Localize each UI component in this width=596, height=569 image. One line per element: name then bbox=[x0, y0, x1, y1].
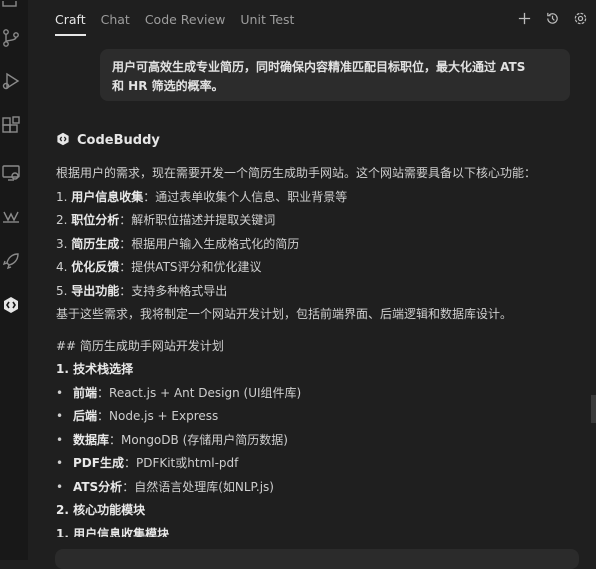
assistant-name: CodeBuddy bbox=[77, 133, 160, 148]
section-subheading: 1. 用户信息收集模块 bbox=[56, 526, 170, 537]
stack-item: PDF生成：PDFKit或html-pdf bbox=[56, 452, 584, 476]
plan-note: 基于这些需求，我将制定一个网站开发计划，包括前端界面、后端逻辑和数据库设计。 bbox=[56, 307, 513, 321]
new-chat-icon[interactable] bbox=[516, 10, 532, 26]
tab-chat[interactable]: Chat bbox=[101, 10, 130, 36]
plan-title: ## 简历生成助手网站开发计划 bbox=[56, 338, 224, 353]
tab-unit-test[interactable]: Unit Test bbox=[240, 10, 294, 36]
user-message: 用户可高效生成专业简历，同时确保内容精准匹配目标职位，最大化通过 ATS 和 H… bbox=[100, 49, 570, 101]
chat-input[interactable] bbox=[55, 549, 579, 569]
activity-bar bbox=[0, 0, 28, 560]
stack-item: 数据库：MongoDB (存储用户简历数据) bbox=[56, 429, 584, 453]
tab-bar: Craft Chat Code Review Unit Test bbox=[55, 10, 309, 36]
extensions-icon[interactable] bbox=[0, 115, 22, 137]
stack-item: ATS分析：自然语言处理库(如NLP.js) bbox=[56, 476, 584, 500]
history-icon[interactable] bbox=[544, 10, 560, 26]
feature-item: 1. 用户信息收集：通过表单收集个人信息、职业背景等 bbox=[56, 189, 348, 204]
stack-item: 后端：Node.js + Express bbox=[56, 405, 584, 429]
scrollbar[interactable] bbox=[591, 395, 596, 423]
explorer-icon[interactable] bbox=[0, 0, 22, 22]
intro-text: 根据用户的需求，现在需要开发一个简历生成助手网站。这个网站需要具备以下核心功能： bbox=[56, 166, 537, 180]
user-message-line-1: 用户可高效生成专业简历，同时确保内容精准匹配目标职位，最大化通过 ATS bbox=[112, 60, 526, 74]
feature-item: 2. 职位分析：解析职位描述并提取关键词 bbox=[56, 213, 276, 227]
run-debug-icon[interactable] bbox=[0, 70, 22, 92]
header-actions bbox=[516, 10, 588, 26]
tab-code-review[interactable]: Code Review bbox=[145, 10, 226, 36]
codebuddy-logo-icon bbox=[56, 131, 70, 150]
source-control-icon[interactable] bbox=[0, 27, 22, 49]
section-heading: 2. 核心功能模块 bbox=[56, 503, 146, 517]
section-heading: 1. 技术栈选择 bbox=[56, 362, 134, 376]
settings-icon[interactable] bbox=[572, 10, 588, 26]
assistant-header: CodeBuddy bbox=[56, 131, 160, 150]
stack-item: 前端：React.js + Ant Design (UI组件库) bbox=[56, 382, 584, 406]
feature-item: 3. 简历生成：根据用户输入生成格式化的简历 bbox=[56, 236, 300, 251]
feature-item: 5. 导出功能：支持多种格式导出 bbox=[56, 283, 228, 298]
assistant-message: 根据用户的需求，现在需要开发一个简历生成助手网站。这个网站需要具备以下核心功能：… bbox=[56, 162, 584, 537]
feature-item: 4. 优化反馈：提供ATS评分和优化建议 bbox=[56, 260, 262, 274]
testing-icon[interactable] bbox=[0, 205, 22, 227]
tab-craft[interactable]: Craft bbox=[55, 10, 86, 36]
codebuddy-icon[interactable] bbox=[0, 294, 22, 316]
deploy-icon[interactable] bbox=[0, 250, 22, 272]
user-message-line-2: 和 HR 筛选的概率。 bbox=[112, 79, 224, 93]
remote-explorer-icon[interactable] bbox=[0, 162, 22, 184]
